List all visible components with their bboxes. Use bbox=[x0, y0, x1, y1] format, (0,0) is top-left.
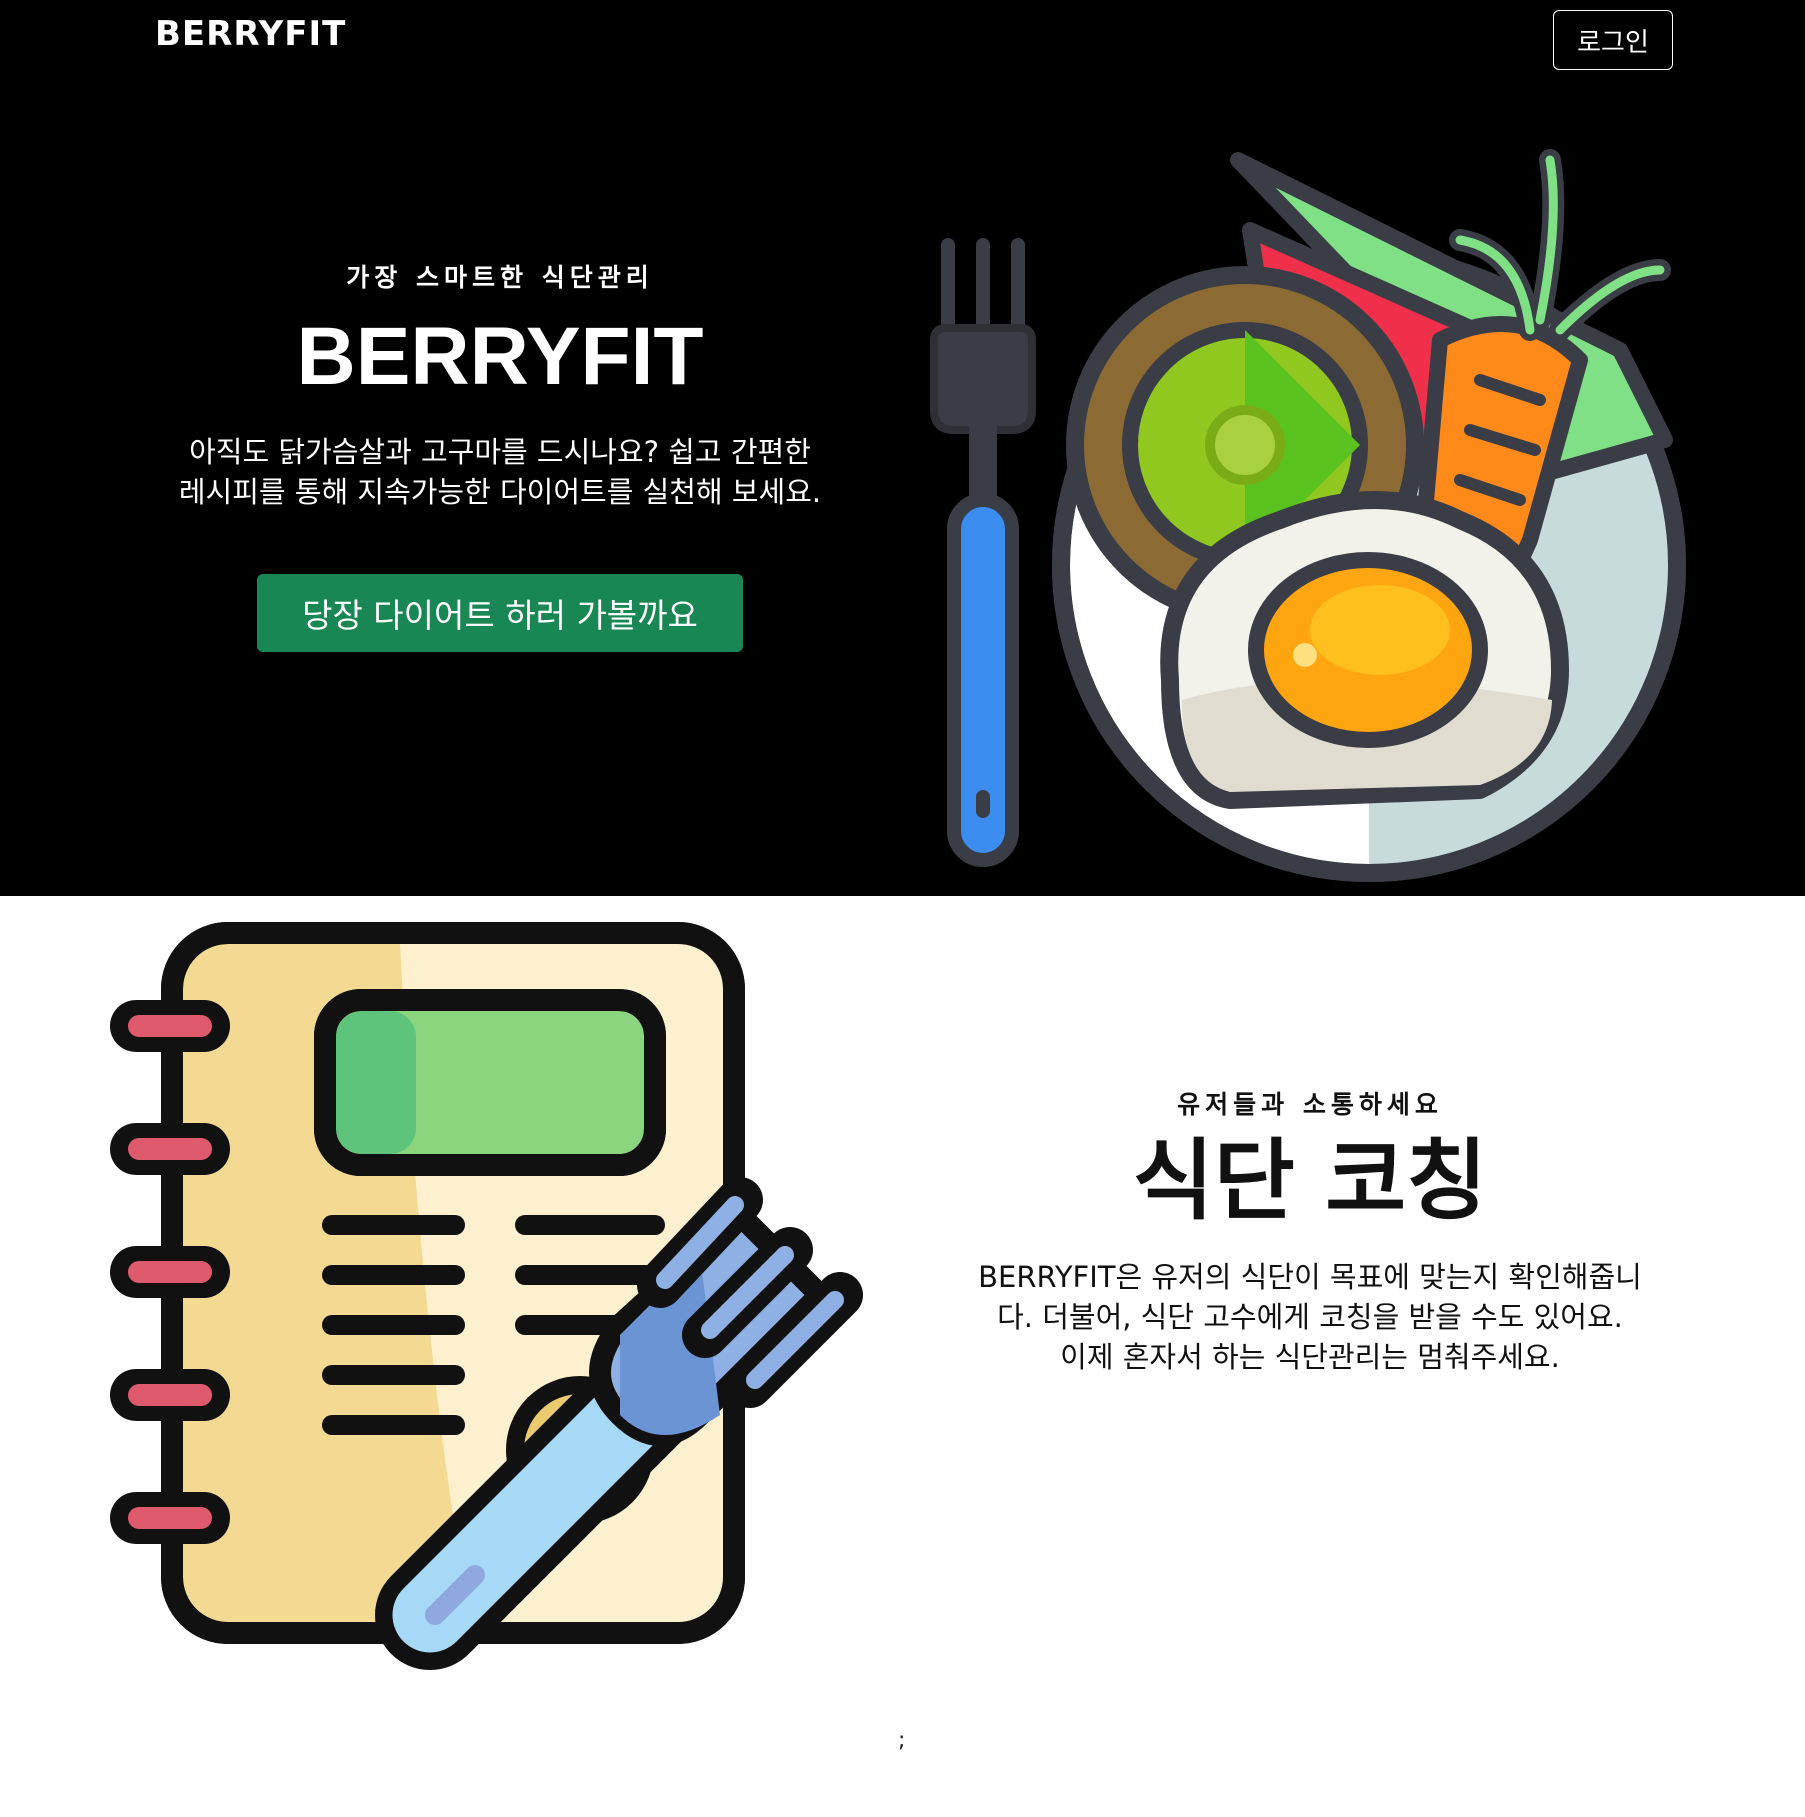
page: BERRYFIT 로그인 가장 스마트한 식단관리 BERRYFIT 아직도 닭… bbox=[0, 0, 1805, 1817]
coaching-text-block: 유저들과 소통하세요 식단 코칭 BERRYFIT은 유저의 식단이 목표에 맞… bbox=[940, 1085, 1680, 1377]
hero-title: BERRYFIT bbox=[296, 311, 704, 402]
stray-semicolon: ; bbox=[898, 1728, 906, 1753]
plate-with-fork-icon bbox=[930, 149, 1686, 882]
start-diet-button[interactable]: 당장 다이어트 하러 가볼까요 bbox=[257, 574, 743, 652]
coaching-title: 식단 코칭 bbox=[1132, 1129, 1488, 1232]
brand-logo[interactable]: BERRYFIT bbox=[155, 14, 346, 54]
hero-description-line: 레시피를 통해 지속가능한 다이어트를 실천해 보세요. bbox=[178, 475, 822, 509]
hero-description: 아직도 닭가슴살과 고구마를 드시나요? 쉽고 간편한 레시피를 통해 지속가능… bbox=[110, 432, 890, 512]
hero-eyebrow: 가장 스마트한 식단관리 bbox=[346, 263, 654, 292]
hero-section: BERRYFIT 로그인 가장 스마트한 식단관리 BERRYFIT 아직도 닭… bbox=[0, 0, 1805, 896]
plate-icon bbox=[1052, 149, 1686, 882]
hero-description-line: 아직도 닭가슴살과 고구마를 드시나요? 쉽고 간편한 bbox=[189, 435, 811, 469]
coaching-description-line: 다. 더불어, 식단 고수에게 코칭을 받을 수도 있어요. bbox=[997, 1300, 1623, 1335]
coaching-description-line: BERRYFIT은 유저의 식단이 목표에 맞는지 확인해줍니 bbox=[978, 1260, 1642, 1295]
recipe-notebook-fork-icon bbox=[110, 922, 863, 1670]
coaching-description: BERRYFIT은 유저의 식단이 목표에 맞는지 확인해줍니 다. 더불어, … bbox=[940, 1257, 1680, 1377]
coaching-eyebrow: 유저들과 소통하세요 bbox=[1177, 1090, 1443, 1119]
coaching-description-line: 이제 혼자서 하는 식단관리는 멈춰주세요. bbox=[1060, 1340, 1560, 1375]
login-button[interactable]: 로그인 bbox=[1553, 10, 1673, 70]
fork-icon bbox=[930, 238, 1036, 867]
hero-text-block: 가장 스마트한 식단관리 BERRYFIT 아직도 닭가슴살과 고구마를 드시나… bbox=[100, 250, 900, 652]
